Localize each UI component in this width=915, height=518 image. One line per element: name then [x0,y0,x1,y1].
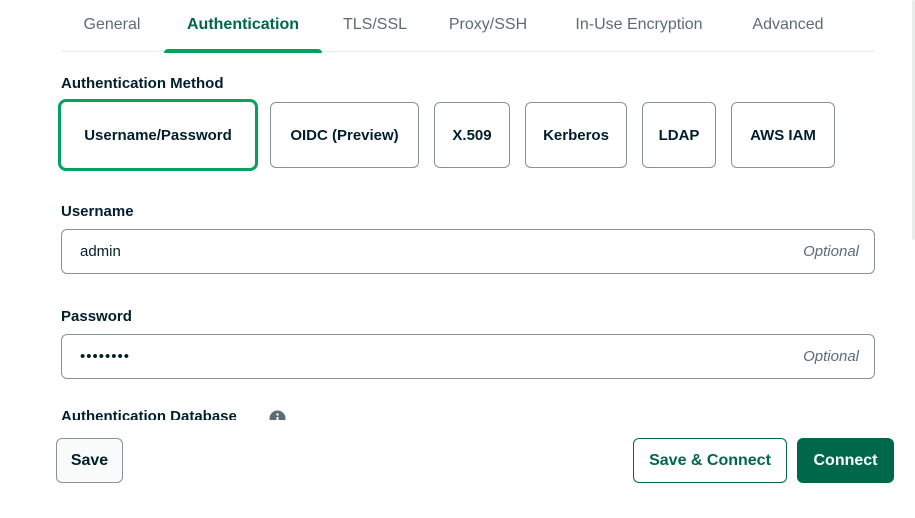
password-value: •••••••• [80,348,131,365]
auth-method-username-password[interactable]: Username/Password [58,99,258,171]
auth-method-oidc[interactable]: OIDC (Preview) [270,102,419,168]
tab-authentication[interactable]: Authentication [164,0,322,53]
save-and-connect-button[interactable]: Save & Connect [633,438,787,483]
info-icon[interactable] [269,410,286,420]
auth-database-label: Authentication Database [61,408,261,420]
tab-in-use-encryption[interactable]: In-Use Encryption [570,0,708,52]
password-field[interactable]: •••••••• Optional [61,334,875,379]
tab-tls-ssl[interactable]: TLS/SSL [343,0,407,52]
tab-advanced[interactable]: Advanced [748,0,828,52]
tab-general[interactable]: General [81,0,143,52]
password-optional-hint: Optional [803,348,859,365]
tab-proxy-ssh[interactable]: Proxy/SSH [447,0,529,52]
auth-method-label: Authentication Method [61,75,224,92]
connect-button[interactable]: Connect [797,438,894,483]
username-value: admin [80,243,121,260]
auth-method-x509[interactable]: X.509 [434,102,510,168]
username-field[interactable]: admin Optional [61,229,875,274]
save-button[interactable]: Save [56,438,123,483]
username-optional-hint: Optional [803,243,859,260]
auth-database-label-text: Authentication Database [61,408,237,420]
auth-method-ldap[interactable]: LDAP [642,102,716,168]
username-label: Username [61,203,134,220]
auth-method-kerberos[interactable]: Kerberos [525,102,627,168]
connection-tabs: General Authentication TLS/SSL Proxy/SSH… [61,0,875,53]
password-label: Password [61,308,132,325]
auth-method-aws-iam[interactable]: AWS IAM [731,102,835,168]
